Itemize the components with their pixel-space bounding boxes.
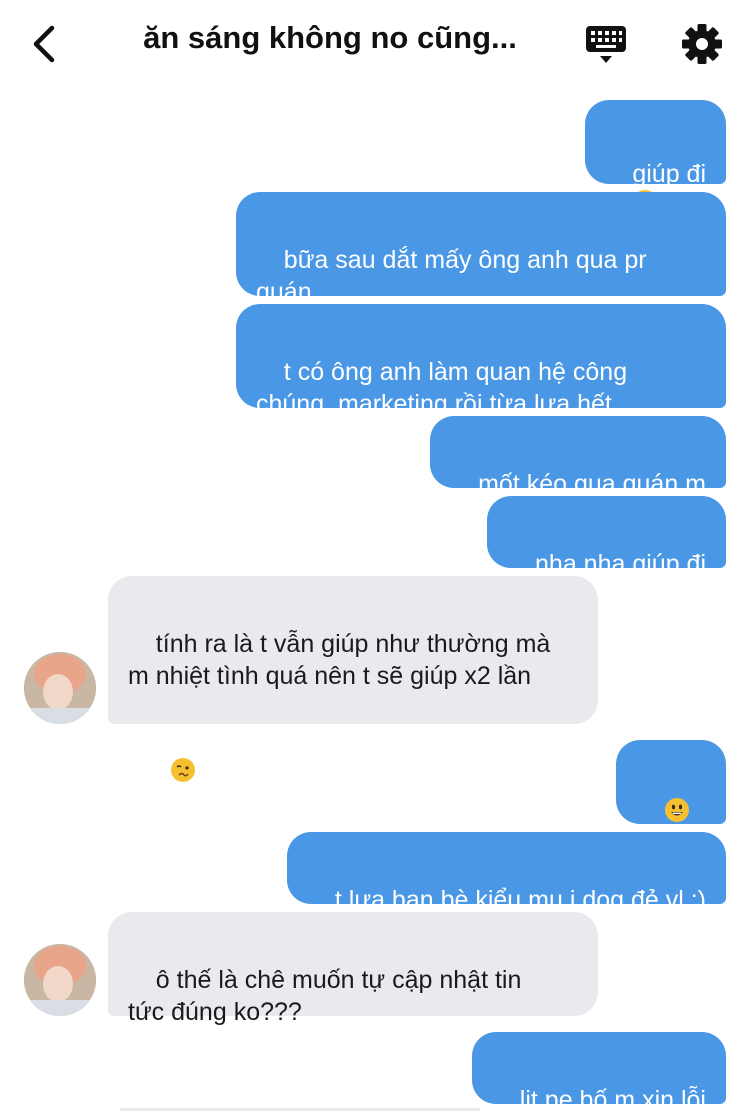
grinning-face-emoji [665,798,690,822]
outgoing-message[interactable]: t lựa bạn bè kiểu mu j dog đẻ vl :) [287,832,726,914]
incoming-message[interactable]: tính ra là t vẫn giúp như thường mà m nh… [108,576,598,782]
message-text: tính ra là t vẫn giúp như thường mà m nh… [128,630,551,690]
next-message-edge [120,1108,480,1111]
chat-screen: ăn sáng không no cũng... giúp đi bữa sau… [0,0,750,1112]
outgoing-message[interactable]: bữa sau dắt mấy ông anh qua pr quán [236,192,726,306]
outgoing-message[interactable]: lịt pẹ bố m xin lỗi [472,1032,726,1112]
message-text: mốt kéo qua quán m [478,470,706,498]
outgoing-message[interactable]: nha nha giúp đi [487,496,726,578]
back-chevron-icon[interactable] [26,22,66,66]
message-text: ??? [664,925,706,953]
chat-header: ăn sáng không no cũng... [0,0,750,88]
message-text: giúp đi [632,160,706,188]
woozy-face-emoji [170,758,195,782]
message-text: t có ông anh làm quan hệ công chúng, mar… [256,358,628,418]
message-text: bữa sau dắt mấy ông anh qua pr quán [256,246,647,306]
outgoing-message[interactable]: mốt kéo qua quán m [430,416,726,498]
contact-avatar[interactable] [24,652,96,724]
message-text: lịt pẹ bố m xin lỗi [519,1086,706,1112]
message-text: nha nha giúp đi [535,550,706,578]
outgoing-message[interactable]: ??? [616,740,726,953]
keyboard-icon[interactable] [584,24,628,66]
conversation-title: ăn sáng không no cũng... [143,20,517,55]
settings-gear-icon[interactable] [680,22,724,66]
outgoing-message[interactable]: t có ông anh làm quan hệ công chúng, mar… [236,304,726,418]
incoming-message[interactable]: ô thế là chê muốn tự cập nhật tin tức đú… [108,912,598,1026]
outgoing-message[interactable]: giúp đi [584,100,726,339]
message-text: ô thế là chê muốn tự cập nhật tin tức đú… [128,966,522,1026]
message-text: t lựa bạn bè kiểu mu j dog đẻ vl :) [334,886,706,914]
contact-avatar[interactable] [24,944,96,1016]
